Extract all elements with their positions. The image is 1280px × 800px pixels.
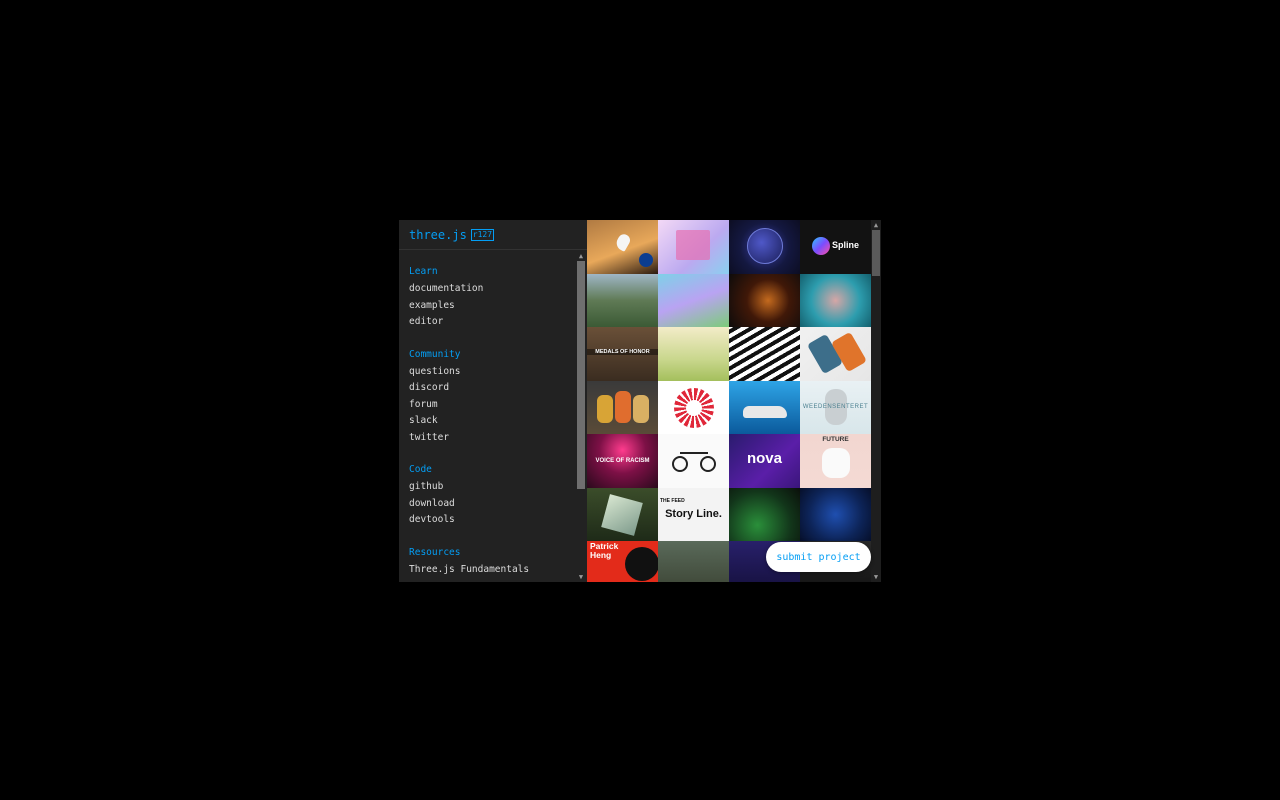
scrollbar-thumb[interactable] xyxy=(577,261,585,489)
project-tile[interactable] xyxy=(800,327,871,381)
project-tile[interactable] xyxy=(658,220,729,274)
globe-icon xyxy=(747,228,783,264)
bike-frame-icon xyxy=(680,452,708,454)
tile-caption: WEEDENSENTERET xyxy=(802,403,869,410)
nav-link-documentation[interactable]: documentation xyxy=(409,283,577,300)
project-tile[interactable] xyxy=(658,327,729,381)
scrollbar-thumb[interactable] xyxy=(872,230,880,276)
nav-link-slack[interactable]: slack xyxy=(409,415,577,432)
cube-icon xyxy=(601,493,643,536)
character-icon xyxy=(615,390,631,423)
section-community: Community questions discord forum slack … xyxy=(409,349,577,449)
project-tile[interactable] xyxy=(729,327,800,381)
nav-link-forum[interactable]: forum xyxy=(409,399,577,416)
sidebar-scrollbar[interactable]: ▲ ▼ xyxy=(576,251,586,582)
helmet-icon xyxy=(822,448,850,478)
section-title: Learn xyxy=(409,266,438,277)
project-tile[interactable]: THE FEED Story Line. xyxy=(658,487,729,541)
bike-wheel-icon xyxy=(672,456,688,472)
app-window: three.js r127 Learn documentation exampl… xyxy=(399,220,881,582)
nav-link-github[interactable]: github xyxy=(409,481,577,498)
circle-graphic-icon xyxy=(625,547,658,581)
project-tile[interactable]: Patrick Heng xyxy=(587,541,658,582)
tile-caption: nova xyxy=(746,450,782,467)
rocket-icon xyxy=(613,232,633,252)
tile-caption: FUTURE xyxy=(822,436,849,443)
sidebar: three.js r127 Learn documentation exampl… xyxy=(399,220,587,582)
logo-link[interactable]: three.js xyxy=(409,228,467,242)
bike-wheel-icon xyxy=(700,456,716,472)
projects-grid: Spline MEDALS OF HONOR WEEDENSENTERET VO… xyxy=(587,220,871,582)
nav-link-editor[interactable]: editor xyxy=(409,316,577,333)
section-title: Resources xyxy=(409,546,461,558)
nav-link-discord[interactable]: discord xyxy=(409,382,577,399)
tile-caption: Spline xyxy=(832,240,860,250)
project-tile[interactable] xyxy=(658,541,729,582)
version-badge[interactable]: r127 xyxy=(470,228,495,241)
section-learn: Learn documentation examples editor xyxy=(409,266,577,333)
project-tile[interactable]: nova xyxy=(729,434,800,488)
submit-project-button[interactable]: submit project xyxy=(766,542,871,572)
character-icon xyxy=(597,394,613,423)
car-icon xyxy=(743,405,787,418)
character-icon xyxy=(633,394,649,423)
nav-link-fundamentals[interactable]: Three.js Fundamentals xyxy=(409,564,577,581)
project-tile[interactable] xyxy=(587,380,658,434)
scroll-down-icon[interactable]: ▼ xyxy=(576,573,586,581)
section-code: Code github download devtools xyxy=(409,464,577,531)
project-tile[interactable] xyxy=(729,220,800,274)
sidebar-nav: Learn documentation examples editor Comm… xyxy=(399,251,577,582)
scroll-up-icon[interactable]: ▲ xyxy=(871,221,881,229)
project-tile[interactable]: VOICE OF RACISM xyxy=(587,434,658,488)
project-tile[interactable] xyxy=(658,273,729,327)
nasa-logo-icon xyxy=(639,253,653,267)
section-title: Code xyxy=(409,464,432,475)
tile-caption: THE FEED xyxy=(660,497,685,504)
sidebar-header: three.js r127 xyxy=(399,220,587,250)
project-tile[interactable]: WEEDENSENTERET xyxy=(800,380,871,434)
tile-caption: MEDALS OF HONOR xyxy=(587,349,658,355)
project-tile[interactable] xyxy=(729,487,800,541)
nav-link-questions[interactable]: questions xyxy=(409,366,577,383)
project-tile[interactable]: Spline xyxy=(800,220,871,274)
nav-link-examples[interactable]: examples xyxy=(409,300,577,317)
project-tile[interactable] xyxy=(729,380,800,434)
project-tile[interactable] xyxy=(800,487,871,541)
project-tile[interactable] xyxy=(587,273,658,327)
project-tile[interactable]: FUTURE xyxy=(800,434,871,488)
tile-caption: Patrick Heng xyxy=(590,541,619,560)
project-tile[interactable] xyxy=(587,487,658,541)
project-tile[interactable]: MEDALS OF HONOR xyxy=(587,327,658,381)
project-tile[interactable] xyxy=(658,434,729,488)
room-illustration-icon xyxy=(676,230,710,260)
scroll-down-icon[interactable]: ▼ xyxy=(871,573,881,581)
sunburst-center xyxy=(686,399,702,416)
tile-caption: VOICE OF RACISM xyxy=(595,458,650,464)
section-resources: Resources Three.js Fundamentals xyxy=(409,547,577,581)
nav-link-devtools[interactable]: devtools xyxy=(409,514,577,531)
tile-caption: Story Line. xyxy=(665,507,722,520)
project-tile[interactable] xyxy=(729,273,800,327)
project-tile[interactable] xyxy=(587,220,658,274)
spline-logo-icon xyxy=(812,237,830,255)
scroll-up-icon[interactable]: ▲ xyxy=(576,252,586,260)
project-tile[interactable] xyxy=(658,380,729,434)
grid-scrollbar[interactable]: ▲ ▼ xyxy=(871,220,881,582)
nav-link-twitter[interactable]: twitter xyxy=(409,432,577,449)
section-title: Community xyxy=(409,348,461,360)
nav-link-download[interactable]: download xyxy=(409,498,577,515)
project-tile[interactable] xyxy=(800,273,871,327)
